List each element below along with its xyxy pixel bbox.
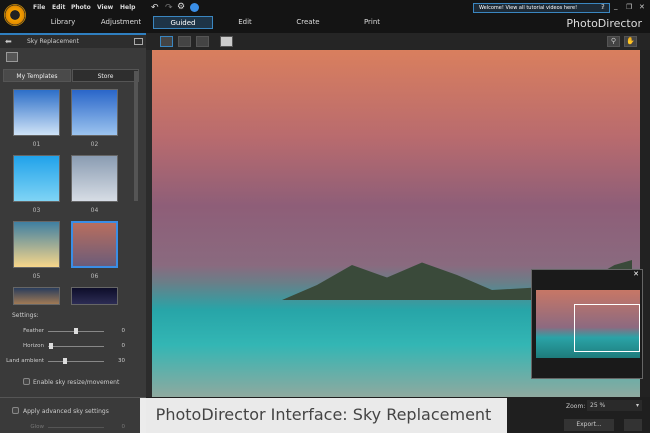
- export-button[interactable]: Export...: [564, 419, 614, 431]
- share-icon[interactable]: [624, 419, 642, 431]
- slider-label: Horizon: [22, 343, 44, 349]
- template-thumbnail[interactable]: [71, 155, 118, 202]
- template-thumbnail[interactable]: [71, 89, 118, 136]
- left-panel: ⬅ Sky Replacement My Templates Store 01 0…: [0, 33, 146, 433]
- main-area: ⚲ ✋ ✕: [146, 33, 650, 397]
- add-template-icon[interactable]: [6, 52, 18, 62]
- slider-value: 0: [121, 328, 126, 334]
- chevron-down-icon: ▾: [635, 402, 639, 409]
- redo-icon[interactable]: ↷: [165, 3, 173, 13]
- app-logo: [4, 4, 26, 26]
- update-icon[interactable]: [190, 3, 199, 12]
- slider-label: Land ambient: [6, 358, 44, 364]
- navigator-viewport[interactable]: [574, 304, 640, 352]
- slider-thumb[interactable]: [74, 328, 78, 334]
- panel-header: ⬅ Sky Replacement: [0, 35, 146, 48]
- gear-icon[interactable]: ⚙: [177, 2, 185, 12]
- glow-value: 0: [121, 424, 126, 430]
- compare-view-icon[interactable]: [178, 36, 191, 47]
- fullscreen-icon[interactable]: [220, 36, 233, 47]
- tab-store[interactable]: Store: [72, 69, 139, 82]
- menu-edit[interactable]: Edit: [52, 4, 65, 11]
- restore-icon[interactable]: ❐: [626, 3, 632, 11]
- tab-library[interactable]: Library: [38, 16, 88, 29]
- enable-resize-label: Enable sky resize/movement: [33, 379, 120, 386]
- close-navigator-icon[interactable]: ✕: [633, 270, 639, 278]
- tab-guided[interactable]: Guided: [153, 16, 213, 29]
- view-toolbar: ⚲ ✋: [146, 33, 650, 50]
- navigator-thumbnail: [536, 290, 640, 358]
- title-bar: File Edit Photo View Help ↶ ↷ ⚙ Library …: [0, 0, 650, 33]
- advanced-label: Apply advanced sky settings: [23, 408, 109, 415]
- template-label: 04: [90, 207, 99, 214]
- caption-overlay: PhotoDirector Interface: Sky Replacement: [140, 398, 507, 433]
- help-panel-icon[interactable]: [134, 38, 143, 45]
- template-thumbnail[interactable]: [13, 89, 60, 136]
- menu-help[interactable]: Help: [120, 4, 135, 11]
- settings-label: Settings:: [12, 312, 39, 319]
- divider: [0, 397, 146, 398]
- template-label: 02: [90, 141, 99, 148]
- advanced-checkbox[interactable]: [12, 407, 19, 414]
- template-thumbnail[interactable]: [13, 155, 60, 202]
- zoom-select[interactable]: 25 % ▾: [587, 400, 642, 411]
- welcome-tooltip[interactable]: Welcome! View all tutorial videos here! ×: [473, 3, 610, 13]
- zoom-value: 25 %: [590, 402, 606, 409]
- template-label: 06: [90, 273, 99, 280]
- tab-create[interactable]: Create: [288, 16, 328, 29]
- scrollbar[interactable]: [134, 71, 138, 201]
- tab-edit[interactable]: Edit: [225, 16, 265, 29]
- help-icon[interactable]: ?: [601, 3, 605, 11]
- slider-value: 0: [121, 343, 126, 349]
- template-thumbnail[interactable]: [13, 287, 60, 305]
- slider-label: Feather: [23, 328, 44, 334]
- template-label: 05: [32, 273, 41, 280]
- slider-value: 30: [118, 358, 125, 364]
- menu-view[interactable]: View: [97, 4, 113, 11]
- tab-adjustment[interactable]: Adjustment: [96, 16, 146, 29]
- brand-name: PhotoDirector: [566, 17, 642, 30]
- single-view-icon[interactable]: [160, 36, 173, 47]
- export-label: Export...: [576, 421, 602, 428]
- welcome-text: Welcome! View all tutorial videos here!: [479, 5, 578, 11]
- template-thumbnail[interactable]: [71, 287, 118, 305]
- tab-print[interactable]: Print: [352, 16, 392, 29]
- hand-tool-icon[interactable]: ✋: [624, 36, 637, 47]
- slider-track[interactable]: [48, 346, 104, 347]
- grid-view-icon[interactable]: [196, 36, 209, 47]
- slider-track[interactable]: [48, 361, 104, 362]
- glow-label: Glow: [30, 424, 44, 430]
- slider-thumb[interactable]: [62, 358, 67, 364]
- close-window-icon[interactable]: ✕: [639, 3, 645, 11]
- glow-slider[interactable]: [48, 427, 104, 428]
- zoom-label: Zoom:: [566, 403, 586, 410]
- navigator-panel: ✕: [531, 269, 643, 379]
- enable-resize-checkbox[interactable]: [23, 378, 30, 385]
- menu-file[interactable]: File: [33, 4, 45, 11]
- tab-my-templates[interactable]: My Templates: [3, 69, 71, 82]
- back-arrow-icon[interactable]: ⬅: [5, 35, 12, 48]
- menu-photo[interactable]: Photo: [71, 4, 91, 11]
- panel-title: Sky Replacement: [27, 38, 79, 45]
- template-label: 01: [32, 141, 41, 148]
- minimize-icon[interactable]: _: [614, 2, 618, 10]
- undo-icon[interactable]: ↶: [151, 3, 159, 13]
- zoom-tool-icon[interactable]: ⚲: [607, 36, 620, 47]
- template-thumbnail[interactable]: [71, 221, 118, 268]
- template-thumbnail[interactable]: [13, 221, 60, 268]
- slider-thumb[interactable]: [48, 343, 53, 349]
- template-label: 03: [32, 207, 41, 214]
